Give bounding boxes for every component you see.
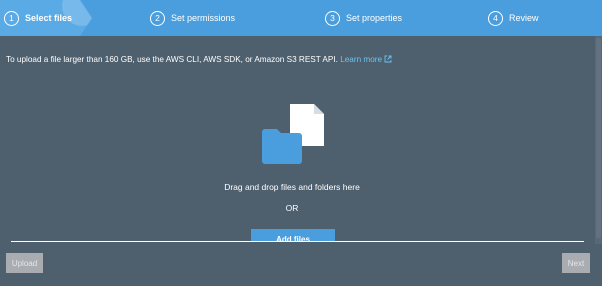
step-review[interactable]: 4 Review bbox=[488, 0, 539, 36]
drop-instructions: Drag and drop files and folders here bbox=[224, 182, 360, 192]
step-number: 1 bbox=[4, 10, 19, 26]
or-separator: OR bbox=[285, 203, 299, 213]
next-button[interactable]: Next bbox=[562, 253, 590, 273]
step-number: 4 bbox=[488, 10, 503, 26]
step-label: Set properties bbox=[346, 13, 403, 23]
upload-size-notice: To upload a file larger than 160 GB, use… bbox=[6, 55, 392, 65]
learn-more-link[interactable]: Learn more bbox=[340, 55, 392, 64]
step-set-properties[interactable]: 3 Set properties bbox=[325, 0, 402, 36]
learn-more-label: Learn more bbox=[340, 55, 383, 64]
step-label: Set permissions bbox=[171, 13, 236, 23]
folder-and-file-icon bbox=[262, 104, 328, 166]
external-link-icon bbox=[384, 55, 392, 65]
scrollbar[interactable] bbox=[595, 36, 602, 244]
upload-button[interactable]: Upload bbox=[6, 253, 43, 273]
wizard-stepper: 1 Select files 2 Set permissions 3 Set p… bbox=[0, 0, 602, 36]
step-set-permissions[interactable]: 2 Set permissions bbox=[150, 0, 235, 36]
divider bbox=[11, 241, 584, 242]
step-number: 3 bbox=[325, 10, 340, 26]
step-select-files[interactable]: 1 Select files bbox=[4, 0, 72, 36]
step-label: Review bbox=[509, 13, 539, 23]
scrollbar-thumb[interactable] bbox=[596, 38, 601, 238]
notice-text: To upload a file larger than 160 GB, use… bbox=[6, 55, 338, 64]
step-label: Select files bbox=[25, 13, 73, 23]
step-number: 2 bbox=[150, 10, 165, 26]
